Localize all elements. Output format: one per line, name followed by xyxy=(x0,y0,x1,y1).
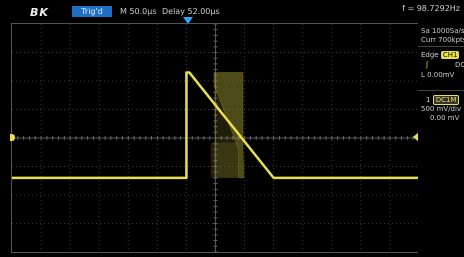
trigger-type-label: Edge xyxy=(421,51,439,59)
channel1-row: 1 DC1M xyxy=(426,95,460,105)
trigger-status-badge[interactable]: Trig'd xyxy=(72,6,112,17)
channel-offset: 0.00 mV xyxy=(430,114,460,122)
info-sidebar: Sa 1000Sa/s Curr 700kpts Edge CH1 ʃ DC L… xyxy=(418,23,464,257)
trigger-source-badge: CH1 xyxy=(440,51,460,59)
trigger-slope-icon: ʃ xyxy=(426,61,429,69)
channel-scale: 500 mV/div xyxy=(421,105,462,113)
frequency-readout: f = 98.7292Hz xyxy=(402,4,460,13)
brand-logo: BK xyxy=(30,6,49,19)
trigger-type: Edge CH1 xyxy=(421,51,460,59)
trigger-panel[interactable] xyxy=(418,46,464,47)
waveform-display[interactable] xyxy=(11,23,420,253)
timebase-readout[interactable]: M 50.0μs xyxy=(120,7,157,16)
channel1-panel[interactable] xyxy=(418,90,464,91)
channel1-ground-marker[interactable] xyxy=(10,134,15,141)
channel-number: 1 xyxy=(426,96,431,104)
sample-rate: Sa 1000Sa/s xyxy=(421,27,464,35)
status-bar: BK Trig'd M 50.0μs Delay 52.00μs f = 98.… xyxy=(0,0,464,23)
memory-depth: Curr 700kpts xyxy=(421,36,464,44)
delay-readout[interactable]: Delay 52.00μs xyxy=(162,7,220,16)
persistence-band-bottom xyxy=(210,142,239,178)
trigger-coupling: DC xyxy=(455,61,464,69)
channel-coupling-badge: DC1M xyxy=(432,95,460,105)
trigger-level: L 0.00mV xyxy=(421,71,455,79)
waveform-canvas xyxy=(12,24,419,252)
